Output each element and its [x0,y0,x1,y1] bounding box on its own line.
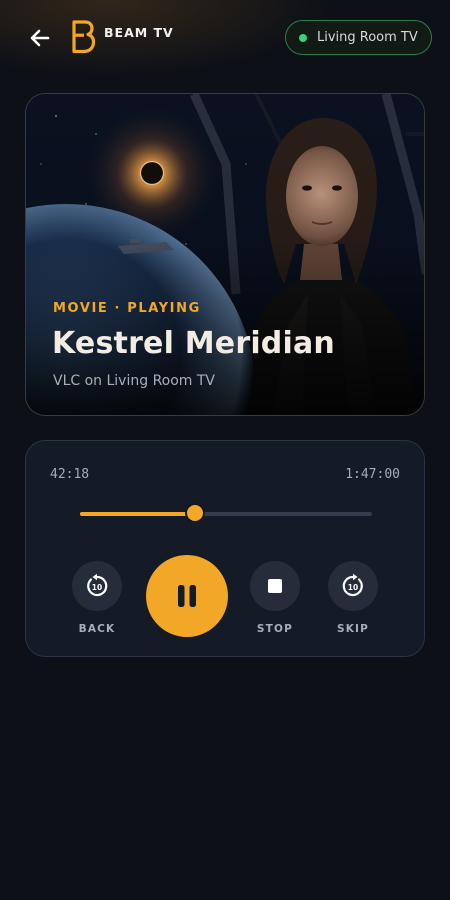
skip-label: SKIP [336,623,370,635]
svg-text:10: 10 [348,583,358,592]
device-name: Living Room TV [317,30,418,45]
forward-10-button[interactable]: 10 [328,561,378,611]
stop-button[interactable] [250,561,300,611]
brand-name: BEAM TV [104,25,174,40]
stop-icon [268,579,282,593]
replay-10-icon: 10 [87,573,108,597]
elapsed-time: 42:18 [50,467,90,482]
seek-bar-progress [80,512,196,516]
rewind-10-button[interactable]: 10 [72,561,122,611]
pause-button[interactable] [146,555,228,637]
connected-status-dot [299,33,307,42]
media-title: Kestrel Meridian [52,326,335,361]
now-playing-poster: MOVIE · PLAYING Kestrel Meridian VLC on … [25,93,425,416]
arrow-left-icon [30,29,50,47]
svg-text:10: 10 [92,583,102,592]
player-controls-panel: 42:18 1:47:00 10 BACK STOP 10 SKIP [25,440,425,657]
forward-10-icon: 10 [342,573,363,597]
beam-logo-icon [72,20,96,54]
media-type-status: MOVIE · PLAYING [53,301,201,316]
total-duration: 1:47:00 [345,467,400,482]
seek-bar[interactable] [80,503,372,523]
back-label: BACK [78,623,116,635]
device-selector-button[interactable]: Living Room TV [285,20,432,55]
media-subtitle: VLC on Living Room TV [53,373,216,389]
now-playing-screen: BEAM TV Living Room TV MOVIE · PLAYING K… [0,0,450,900]
stop-label: STOP [256,623,294,635]
back-arrow-button[interactable] [26,24,54,52]
seek-bar-thumb[interactable] [185,503,206,523]
movie-poster-image [26,94,424,415]
pause-icon [178,585,196,607]
app-header: BEAM TV Living Room TV [0,0,450,80]
